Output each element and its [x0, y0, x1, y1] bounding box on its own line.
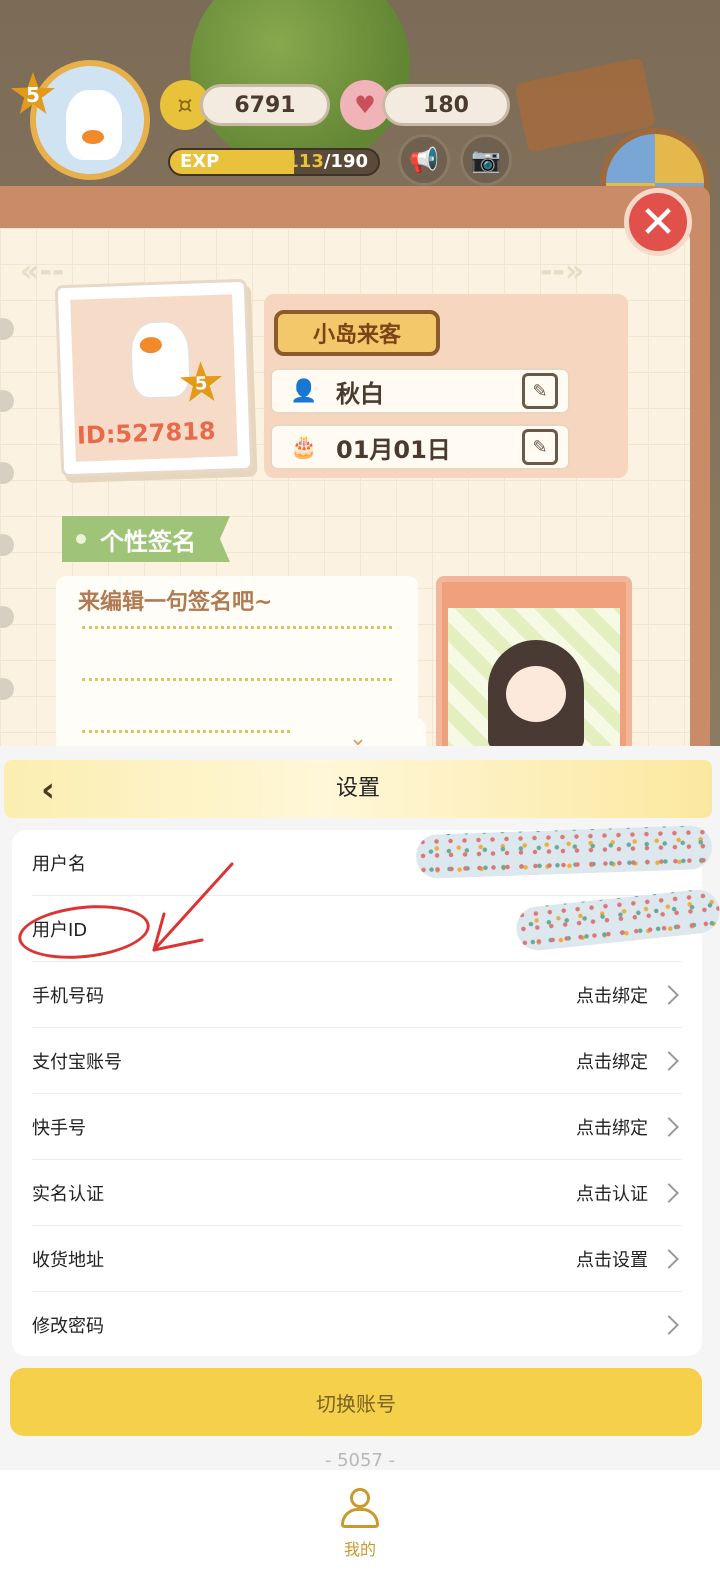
exp-current: 113	[286, 151, 324, 172]
camera-icon[interactable]: 📷	[460, 134, 512, 186]
row-label: 修改密码	[32, 1316, 104, 1337]
profile-avatar-card[interactable]: 5 ID:527818	[54, 278, 254, 478]
person-body	[341, 1508, 379, 1528]
nickname-field[interactable]: 👤 秋白 ✎	[270, 368, 570, 414]
row-label: 快手号	[32, 1117, 86, 1139]
row-kuaishou[interactable]: 快手号 点击绑定	[32, 1094, 682, 1160]
tab-me[interactable]: 我的	[320, 1488, 400, 1560]
nickname-value: 秋白	[336, 379, 384, 408]
switch-account-button[interactable]: 切换账号	[10, 1368, 702, 1436]
exp-bar: EXP 113/190	[168, 148, 380, 176]
close-icon[interactable]: ✕	[624, 188, 692, 256]
signature-tag-label: 个性签名	[100, 527, 196, 556]
profile-level-value: 5	[194, 372, 208, 395]
cake-icon: 🎂	[290, 434, 318, 460]
title-badge-label: 小岛来客	[312, 323, 401, 348]
chevron-right-icon	[659, 1116, 679, 1137]
user-id-label: ID:527818	[76, 416, 217, 450]
chevron-right-icon	[659, 1315, 679, 1335]
goose-avatar-icon	[129, 319, 192, 400]
heart-counter[interactable]: 180	[382, 84, 510, 126]
hud-avatar[interactable]	[30, 60, 150, 180]
dotted-line	[82, 626, 392, 629]
megaphone-icon[interactable]: 📢	[398, 134, 450, 186]
bottom-tabbar: 我的	[0, 1470, 720, 1588]
settings-sheet: 设置 ‹ 用户名 用户ID 手机号码 点击绑定 支付宝账号 点击绑定 快手号 点…	[0, 746, 720, 1588]
row-value: 点击认证	[576, 1183, 648, 1205]
row-label: 收货地址	[32, 1249, 104, 1271]
character-girl	[488, 640, 584, 750]
birthday-field[interactable]: 🎂 01月01日 ✎	[270, 424, 570, 470]
exp-label: EXP	[180, 151, 220, 172]
row-label: 支付宝账号	[32, 1051, 122, 1073]
coin-counter[interactable]: 6791	[200, 84, 330, 126]
goose-beak	[82, 130, 104, 144]
chevron-right-icon	[659, 984, 679, 1005]
person-head	[350, 1488, 370, 1508]
heart-value: 180	[423, 92, 469, 118]
game-background: 5 ¤ 6791 ♥ 180 EXP 113/190 📢 📷 «‐‐ ‐‐» ✕…	[0, 0, 720, 755]
edit-icon[interactable]: ✎	[522, 373, 558, 409]
goose-avatar-icon	[66, 90, 122, 160]
row-phone[interactable]: 手机号码 点击绑定	[32, 962, 682, 1028]
birthday-value: 01月01日	[336, 435, 451, 464]
row-value: 点击绑定	[576, 1117, 648, 1139]
arrow-right-decoration: ‐‐»	[540, 254, 585, 289]
chevron-right-icon	[659, 1182, 679, 1203]
row-address[interactable]: 收货地址 点击设置	[32, 1226, 682, 1292]
tab-me-label: 我的	[343, 1540, 376, 1559]
row-value: 点击绑定	[576, 985, 648, 1007]
row-change-password[interactable]: 修改密码	[32, 1292, 682, 1356]
row-label: 实名认证	[32, 1183, 104, 1205]
row-real-name[interactable]: 实名认证 点击认证	[32, 1160, 682, 1226]
title-badge: 小岛来客	[274, 310, 440, 356]
signature-tag: 个性签名	[62, 516, 230, 562]
row-value: 点击设置	[576, 1249, 648, 1271]
person-tab-icon	[341, 1488, 379, 1532]
edit-icon[interactable]: ✎	[522, 429, 558, 465]
signature-placeholder[interactable]: 来编辑一句签名吧~	[78, 584, 272, 616]
arrow-left-decoration: «‐‐	[20, 254, 65, 289]
dotted-line	[82, 678, 392, 681]
settings-title: 设置	[335, 776, 380, 801]
version-label: - 5057 -	[324, 1450, 396, 1471]
chevron-right-icon	[659, 1050, 679, 1071]
coin-value: 6791	[234, 92, 296, 118]
annotation-arrow	[152, 862, 234, 952]
exp-value: 113/190	[286, 150, 368, 174]
row-value: 点击绑定	[576, 1051, 648, 1073]
row-label: 手机号码	[32, 985, 104, 1007]
tag-dot	[76, 534, 86, 544]
level-value: 5	[26, 83, 40, 107]
character-face	[506, 666, 566, 722]
exp-max: /190	[323, 151, 368, 172]
row-alipay[interactable]: 支付宝账号 点击绑定	[32, 1028, 682, 1094]
chevron-left-icon[interactable]: ‹	[30, 770, 66, 810]
switch-account-label: 切换账号	[316, 1391, 396, 1416]
settings-header: 设置 ‹	[4, 760, 712, 818]
user-icon: 👤	[290, 378, 318, 404]
chevron-right-icon	[659, 1248, 679, 1269]
